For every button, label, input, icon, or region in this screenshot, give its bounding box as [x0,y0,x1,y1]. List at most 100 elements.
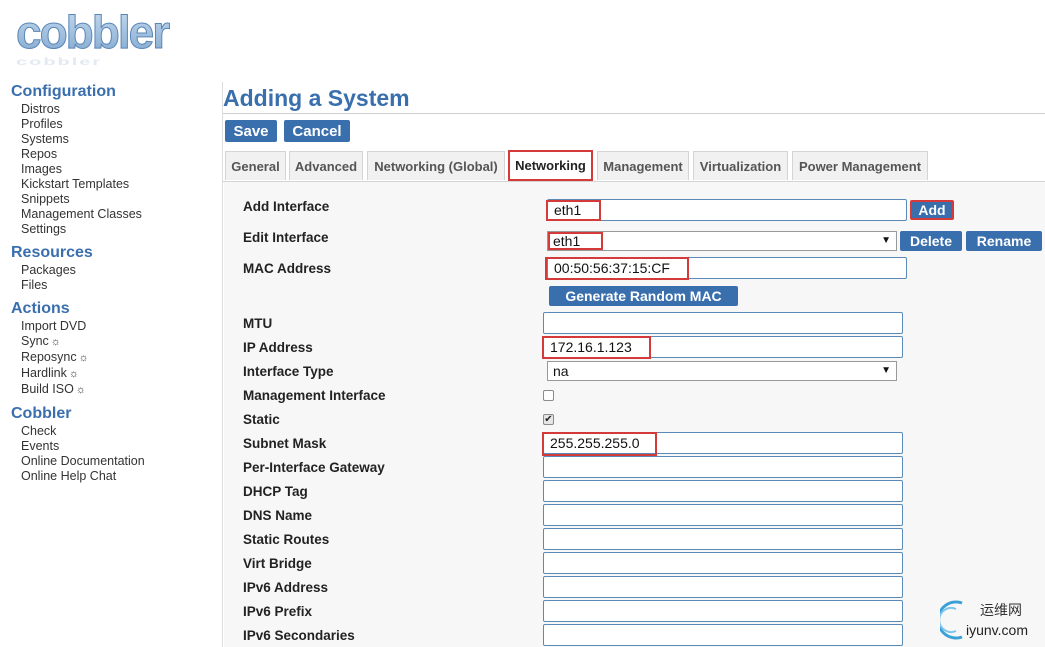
nav-heading-configuration[interactable]: Configuration [11,82,222,102]
nav-heading-resources[interactable]: Resources [11,243,222,263]
mtu-label: MTU [243,316,273,331]
mac-address-input[interactable]: 00:50:56:37:15:CF [547,257,907,279]
ipv6-prefix-input[interactable] [543,600,903,622]
sun-icon: ☼ [50,336,61,348]
nav-item-events[interactable]: Events [21,439,222,454]
tab-networking[interactable]: Networking [508,150,593,181]
ip-address-label: IP Address [243,340,313,355]
nav-item-build-iso-label: Build ISO [21,382,74,396]
ipv6-address-label: IPv6 Address [243,580,329,595]
networking-form: Add Interface eth1 Add Edit Interface et… [224,182,1045,647]
nav-section-configuration: Configuration Distros Profiles Systems R… [0,82,222,237]
nav-item-hardlink[interactable]: Hardlink ☼ [21,366,222,382]
nav-item-packages[interactable]: Packages [21,263,222,278]
management-interface-label: Management Interface [243,388,386,403]
ip-address-input[interactable]: 172.16.1.123 [543,336,903,358]
tab-general[interactable]: General [225,151,286,180]
chevron-down-icon: ▼ [881,365,891,376]
static-routes-input[interactable] [543,528,903,550]
nav-item-sync[interactable]: Sync ☼ [21,334,222,350]
nav-item-kickstart-templates[interactable]: Kickstart Templates [21,177,222,192]
nav-item-systems[interactable]: Systems [21,132,222,147]
sun-icon: ☼ [78,352,89,364]
save-button[interactable]: Save [225,120,277,142]
main-content: Adding a System Save Cancel General Adva… [223,0,1045,647]
generate-random-mac-button[interactable]: Generate Random MAC [549,286,738,306]
per-interface-gateway-label: Per-Interface Gateway [243,460,385,475]
sun-icon: ☼ [75,384,86,396]
dhcp-tag-input[interactable] [543,480,903,502]
ipv6-address-input[interactable] [543,576,903,598]
subnet-mask-input[interactable]: 255.255.255.0 [543,432,903,454]
dns-name-label: DNS Name [243,508,313,523]
management-interface-checkbox[interactable] [543,390,554,401]
nav-section-cobbler: Cobbler Check Events Online Documentatio… [0,404,222,484]
nav-item-images[interactable]: Images [21,162,222,177]
virt-bridge-label: Virt Bridge [243,556,312,571]
tab-networking-global[interactable]: Networking (Global) [367,151,505,180]
nav-section-resources: Resources Packages Files [0,243,222,293]
cobbler-logo: cobbler cobbler [16,8,173,68]
nav-item-build-iso[interactable]: Build ISO ☼ [21,382,222,398]
edit-interface-value: eth1 [553,233,581,249]
interface-type-select[interactable]: na ▼ [547,361,897,381]
nav-item-import-dvd[interactable]: Import DVD [21,319,222,334]
logo-reflection: cobbler [16,57,102,68]
interface-type-value: na [553,363,569,379]
edit-interface-label: Edit Interface [243,230,329,245]
virt-bridge-input[interactable] [543,552,903,574]
ipv6-secondaries-label: IPv6 Secondaries [243,628,355,643]
tab-virtualization[interactable]: Virtualization [693,151,788,180]
static-checkbox[interactable]: ✔ [543,414,554,425]
edit-interface-select[interactable]: eth1 ▼ [547,231,897,251]
add-interface-label: Add Interface [243,199,330,214]
ipv6-secondaries-input[interactable] [543,624,903,646]
cancel-button[interactable]: Cancel [284,120,350,142]
static-label: Static [243,412,280,427]
nav-item-sync-label: Sync [21,334,49,348]
nav-item-profiles[interactable]: Profiles [21,117,222,132]
nav-item-snippets[interactable]: Snippets [21,192,222,207]
chevron-down-icon: ▼ [881,235,891,246]
rename-interface-button[interactable]: Rename [966,231,1042,251]
nav-item-settings[interactable]: Settings [21,222,222,237]
sidebar: Configuration Distros Profiles Systems R… [0,82,222,647]
title-divider [223,113,1045,114]
interface-type-label: Interface Type [243,364,334,379]
dhcp-tag-label: DHCP Tag [243,484,308,499]
ipv6-prefix-label: IPv6 Prefix [243,604,313,619]
nav-item-files[interactable]: Files [21,278,222,293]
dns-name-input[interactable] [543,504,903,526]
nav-item-repos[interactable]: Repos [21,147,222,162]
delete-interface-button[interactable]: Delete [900,231,962,251]
nav-item-hardlink-label: Hardlink [21,366,67,380]
add-interface-input[interactable]: eth1 [547,199,907,221]
iyunv-watermark-logo: 运维网 iyunv.com [940,600,1028,640]
mac-address-label: MAC Address [243,261,332,276]
nav-heading-actions[interactable]: Actions [11,299,222,319]
nav-item-check[interactable]: Check [21,424,222,439]
watermark-arc-inner-icon [940,607,957,633]
tab-power-management[interactable]: Power Management [792,151,928,180]
tab-advanced[interactable]: Advanced [289,151,363,180]
page-title: Adding a System [223,85,410,111]
tab-bar: General Advanced Networking (Global) Net… [223,150,1045,182]
tab-management[interactable]: Management [597,151,689,180]
nav-item-online-help-chat[interactable]: Online Help Chat [21,469,222,484]
add-interface-button[interactable]: Add [910,200,954,220]
nav-item-reposync[interactable]: Reposync ☼ [21,350,222,366]
nav-item-reposync-label: Reposync [21,350,77,364]
nav-section-actions: Actions Import DVD Sync ☼ Reposync ☼ Hardl… [0,299,222,398]
nav-heading-cobbler[interactable]: Cobbler [11,404,222,424]
nav-item-management-classes[interactable]: Management Classes [21,207,222,222]
nav-item-distros[interactable]: Distros [21,102,222,117]
watermark-line1: 运维网 [980,603,1022,619]
sun-icon: ☼ [68,368,79,380]
logo-text: cobbler [16,8,170,58]
nav-item-online-documentation[interactable]: Online Documentation [21,454,222,469]
static-routes-label: Static Routes [243,532,330,547]
mtu-input[interactable] [543,312,903,334]
subnet-mask-label: Subnet Mask [243,436,327,451]
check-icon: ✔ [544,414,553,425]
per-interface-gateway-input[interactable] [543,456,903,478]
